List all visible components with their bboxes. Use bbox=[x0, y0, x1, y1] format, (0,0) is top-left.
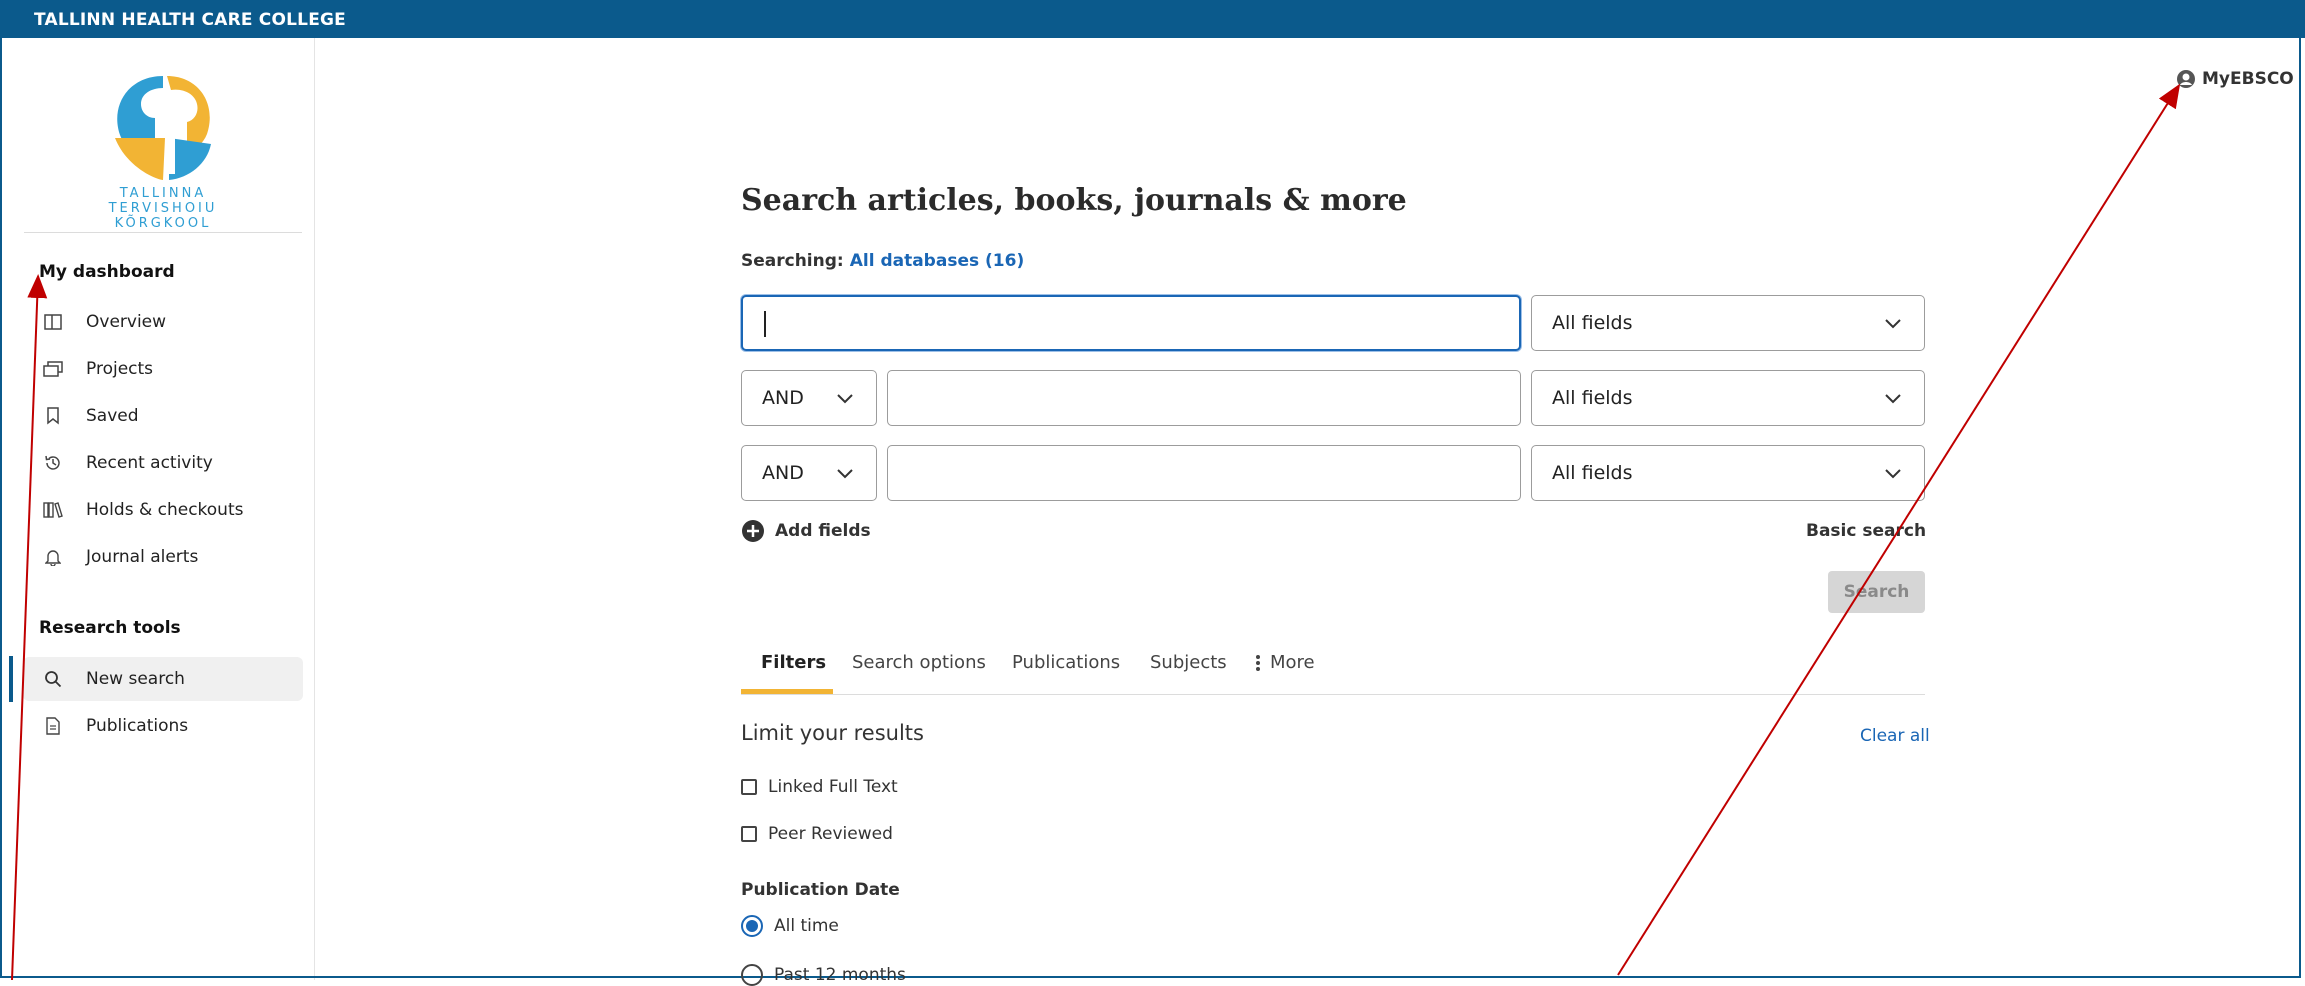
boolean-operator-select-3[interactable]: AND bbox=[741, 445, 877, 501]
publication-date-heading: Publication Date bbox=[741, 880, 900, 900]
tab-filters[interactable]: Filters bbox=[761, 652, 826, 673]
active-tab-underline bbox=[741, 689, 833, 694]
search-input-2[interactable] bbox=[887, 370, 1521, 426]
tab-subjects[interactable]: Subjects bbox=[1150, 652, 1227, 673]
search-button[interactable]: Search bbox=[1828, 571, 1925, 613]
tab-publications[interactable]: Publications bbox=[1012, 652, 1120, 673]
radio-selected[interactable] bbox=[741, 915, 763, 937]
chevron-down-icon bbox=[837, 394, 853, 404]
chevron-down-icon bbox=[1885, 319, 1901, 329]
field-select-label: All fields bbox=[1552, 312, 1633, 334]
tab-more[interactable]: More bbox=[1256, 652, 1315, 673]
text-caret bbox=[764, 311, 766, 337]
boolean-operator-select-2[interactable]: AND bbox=[741, 370, 877, 426]
operator-label: AND bbox=[762, 462, 804, 484]
checkbox-box[interactable] bbox=[741, 779, 757, 795]
radio-past-12-months[interactable]: Past 12 months bbox=[741, 964, 906, 986]
add-fields-button[interactable]: Add fields bbox=[741, 519, 871, 543]
radio-label: All time bbox=[774, 916, 839, 936]
chevron-down-icon bbox=[1885, 394, 1901, 404]
field-select-label: All fields bbox=[1552, 462, 1633, 484]
myebsco-label: MyEBSCO bbox=[2202, 69, 2294, 89]
radio-label: Past 12 months bbox=[774, 965, 906, 985]
searching-databases: Searching: All databases (16) bbox=[741, 251, 1024, 271]
filter-tabs: Filters Search options Publications Subj… bbox=[741, 640, 1925, 695]
radio-all-time[interactable]: All time bbox=[741, 915, 839, 937]
checkbox-box[interactable] bbox=[741, 826, 757, 842]
page-title: Search articles, books, journals & more bbox=[741, 183, 1407, 218]
basic-search-link[interactable]: Basic search bbox=[1806, 521, 1926, 541]
plus-circle-icon bbox=[742, 520, 764, 542]
radio-unselected[interactable] bbox=[741, 964, 763, 986]
operator-label: AND bbox=[762, 387, 804, 409]
myebsco-account-button[interactable]: MyEBSCO bbox=[2176, 69, 2294, 89]
chevron-down-icon bbox=[1885, 469, 1901, 479]
limit-results-heading: Limit your results bbox=[741, 721, 924, 745]
user-circle-icon bbox=[2176, 69, 2196, 89]
tab-search-options[interactable]: Search options bbox=[852, 652, 986, 673]
linked-full-text-checkbox[interactable]: Linked Full Text bbox=[741, 777, 898, 797]
search-input-3[interactable] bbox=[887, 445, 1521, 501]
clear-all-link[interactable]: Clear all bbox=[1860, 726, 1930, 746]
field-select-label: All fields bbox=[1552, 387, 1633, 409]
search-input-1[interactable] bbox=[741, 295, 1521, 351]
field-select-2[interactable]: All fields bbox=[1531, 370, 1925, 426]
checkbox-label: Linked Full Text bbox=[768, 777, 898, 797]
add-fields-label: Add fields bbox=[775, 521, 871, 541]
peer-reviewed-checkbox[interactable]: Peer Reviewed bbox=[741, 824, 893, 844]
tab-more-label: More bbox=[1270, 652, 1315, 673]
field-select-1[interactable]: All fields bbox=[1531, 295, 1925, 351]
field-select-3[interactable]: All fields bbox=[1531, 445, 1925, 501]
all-databases-link[interactable]: All databases (16) bbox=[850, 251, 1025, 271]
more-vertical-icon bbox=[1256, 655, 1260, 671]
checkbox-label: Peer Reviewed bbox=[768, 824, 893, 844]
chevron-down-icon bbox=[837, 469, 853, 479]
searching-label: Searching: bbox=[741, 251, 844, 271]
